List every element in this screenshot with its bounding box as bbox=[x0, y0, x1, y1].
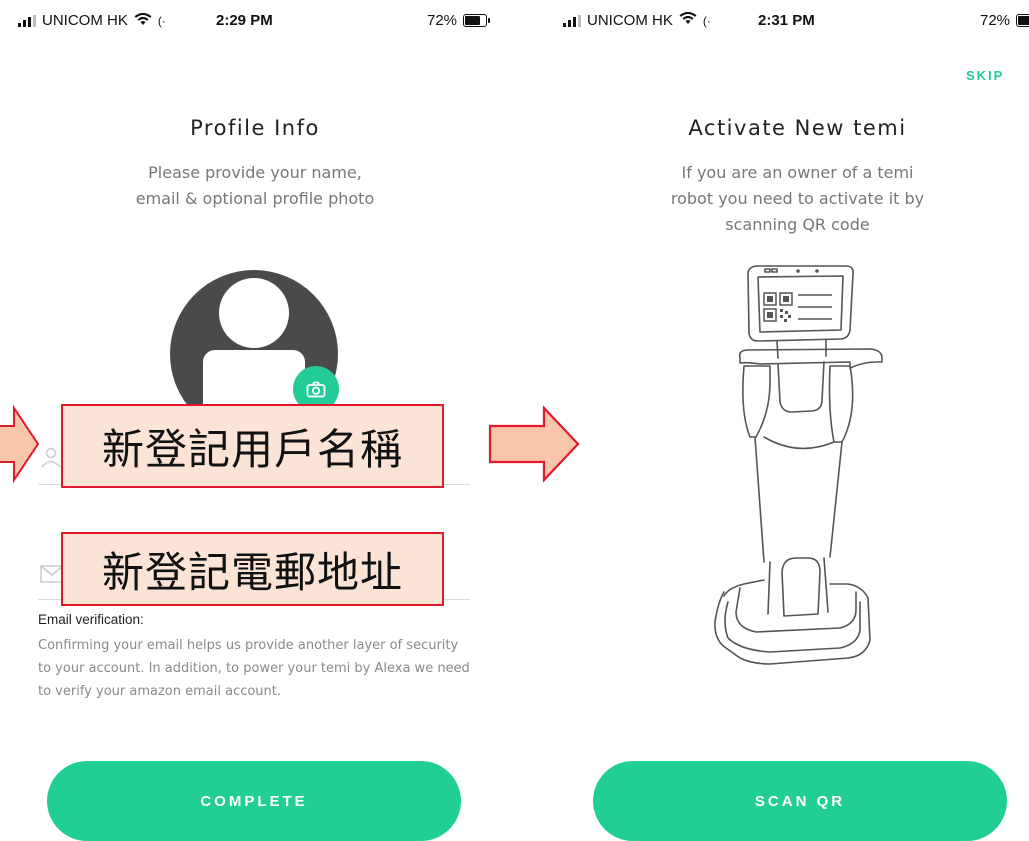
scan-qr-button[interactable]: SCAN QR bbox=[593, 761, 1007, 841]
wifi-icon bbox=[679, 11, 697, 29]
person-icon bbox=[40, 446, 62, 472]
profile-info-title: Profile Info bbox=[190, 116, 320, 140]
complete-button[interactable]: COMPLETE bbox=[47, 761, 461, 841]
activate-subtitle: If you are an owner of a temi robot you … bbox=[670, 163, 925, 234]
left-edge-arrow-icon bbox=[0, 404, 40, 484]
left-status-time: 2:29 PM bbox=[216, 12, 273, 29]
email-verification-body: Confirming your email helps us provide a… bbox=[38, 638, 470, 699]
signal-icon bbox=[18, 14, 36, 27]
left-carrier-group: UNICOM HK (· bbox=[18, 12, 166, 29]
center-arrow-icon bbox=[488, 405, 580, 483]
profile-info-subtitle: Please provide your name, email & option… bbox=[135, 163, 375, 208]
right-battery-text: 72% bbox=[980, 12, 1011, 29]
temi-robot-illustration bbox=[714, 265, 883, 665]
right-carrier-group: UNICOM HK (· bbox=[563, 11, 711, 29]
qr-code-icon bbox=[763, 292, 793, 322]
battery-icon bbox=[1016, 14, 1029, 27]
signal-icon bbox=[563, 14, 581, 27]
wifi-icon bbox=[134, 12, 152, 29]
left-carrier-text: UNICOM HK bbox=[42, 12, 128, 29]
right-carrier-text: UNICOM HK bbox=[587, 12, 673, 29]
left-battery-text: 72% bbox=[427, 12, 458, 29]
right-status-time: 2:31 PM bbox=[758, 12, 815, 29]
right-battery-group: 72% bbox=[980, 12, 1029, 29]
left-status-bar: UNICOM HK (· 2:29 PM 72% bbox=[18, 0, 491, 40]
call-icon: (· bbox=[702, 13, 711, 28]
name-callout: 新登記用戶名稱 bbox=[61, 404, 444, 488]
email-verification-title: Email verification: bbox=[38, 612, 144, 627]
avatar-head bbox=[219, 278, 289, 348]
right-status-bar: UNICOM HK (· 2:31 PM 72% bbox=[563, 0, 1029, 40]
skip-link[interactable]: SKIP bbox=[966, 68, 1004, 83]
left-battery-group: 72% bbox=[427, 12, 491, 29]
email-callout: 新登記電郵地址 bbox=[61, 532, 444, 606]
activate-title: Activate New temi bbox=[688, 116, 907, 140]
battery-icon bbox=[463, 14, 491, 27]
call-icon: (· bbox=[157, 13, 166, 28]
